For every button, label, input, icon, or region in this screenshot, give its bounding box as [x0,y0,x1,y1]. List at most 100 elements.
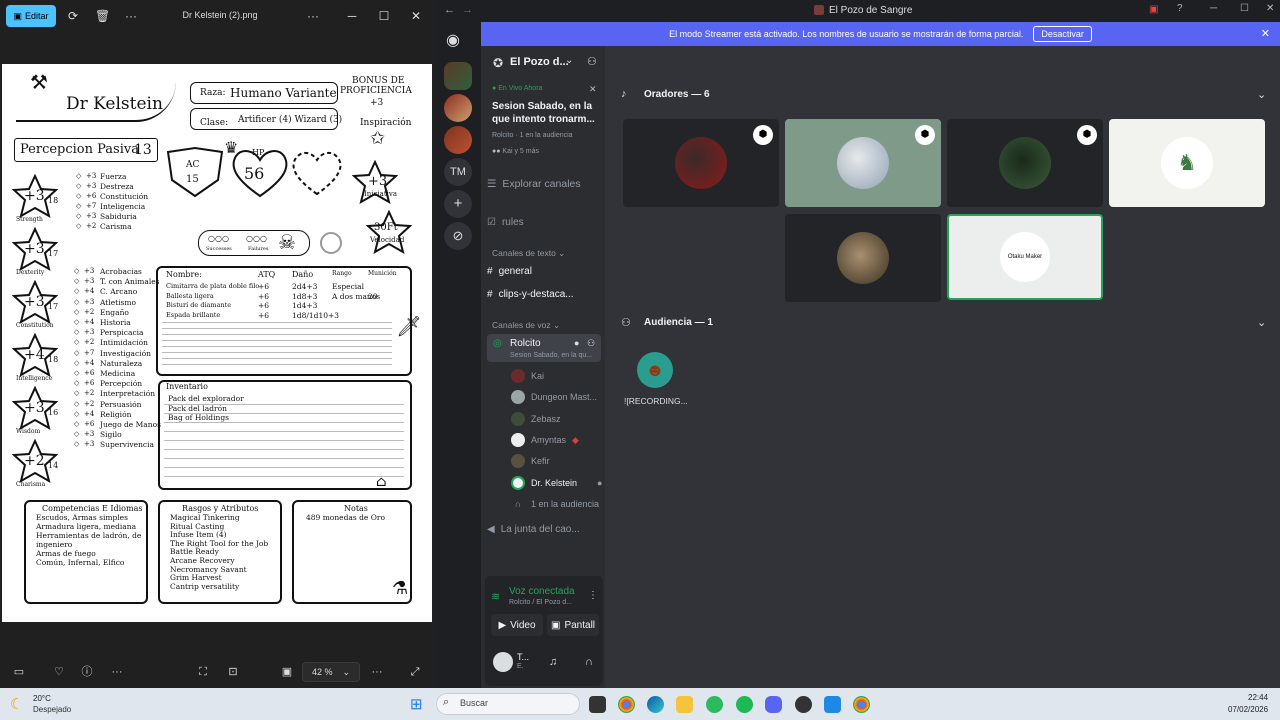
chevron-down-icon[interactable]: ⌄ [565,55,573,66]
text-channels-category[interactable]: Canales de texto ⌄ [492,248,565,259]
close-icon[interactable]: ✕ [589,84,597,95]
clock-time[interactable]: 22:44 [1248,693,1268,702]
obs-icon[interactable] [795,696,812,713]
actual-size-icon[interactable]: ⊡ [226,665,240,679]
table-line [162,358,392,359]
server-name[interactable]: El Pozo d... [510,56,569,68]
speaker-tile-speaking[interactable]: Otaku Maker [947,214,1103,300]
explore-channels[interactable]: ☰ Explorar canales [487,175,601,193]
maximize-button[interactable]: ☐ [374,7,394,25]
favorite-icon[interactable]: ♡ [52,665,66,679]
voice-user-amyntas[interactable]: Amyntas ◆ [511,432,579,448]
server-item[interactable] [444,126,472,154]
close-icon[interactable]: ✕ [1261,27,1270,40]
zoom-fit-icon[interactable]: ▣ [280,665,294,679]
clock-date[interactable]: 07/02/2026 [1228,705,1268,714]
inbox-icon[interactable]: ▣ [1149,4,1158,15]
voice-location[interactable]: Rolcito / El Pozo d... [509,599,572,606]
server-item[interactable] [444,62,472,90]
forward-arrow-icon[interactable]: → [462,4,473,16]
speaker-tile[interactable]: ⬢ [623,119,779,207]
minimize-button[interactable]: ─ [342,7,362,25]
file-explorer-icon[interactable] [676,696,693,713]
self-avatar[interactable] [493,652,513,672]
photos-icon[interactable] [824,696,841,713]
more-options-icon[interactable]: ··· [306,9,320,23]
video-button[interactable]: ▶ Video [491,614,543,636]
speaker-tile[interactable]: ⬢ [947,119,1103,207]
discord-home-icon[interactable]: ◉ [446,30,460,50]
more-zoom-icon[interactable]: ··· [370,665,384,679]
maximize-button[interactable]: ☐ [1240,3,1249,14]
save-name: Carisma [100,222,132,231]
taskbar-search[interactable] [436,693,580,715]
close-button[interactable]: ✕ [406,7,426,25]
collapse-icon[interactable]: ⌄ [1257,316,1266,329]
sound-icon[interactable]: ⋮ [588,590,598,601]
headphones-icon[interactable]: ∩ [585,656,593,668]
collapse-icon[interactable]: ⌄ [1257,88,1266,101]
chrome-profile-icon[interactable] [853,696,870,713]
server-item-tm[interactable]: TM [444,158,472,186]
deactivate-button[interactable]: Desactivar [1033,26,1092,42]
weapon-cell: +6 [258,282,270,291]
voice-user-kai[interactable]: Kai [511,368,544,384]
fullscreen-icon[interactable]: ⤢ [408,665,422,679]
edit-button[interactable]: ▣ Editar [6,5,56,27]
help-icon[interactable]: ? [1177,3,1183,14]
voice-user-dr-kelstein[interactable]: Dr. Kelstein ● [511,475,602,491]
channel-junta[interactable]: ◀ La junta del cao... [487,520,601,538]
video-label: Video [510,619,536,631]
table-line [162,352,392,353]
weapon-cell: 1d4+3 [292,301,318,310]
spotify-icon[interactable] [736,696,753,713]
task-view-icon[interactable] [589,696,606,713]
weather-moon-icon[interactable]: ☾ [10,695,23,713]
back-arrow-icon[interactable]: ← [444,4,455,16]
speaker-tile[interactable]: ⬢ [785,119,941,207]
voice-user-zebasz[interactable]: Zebasz [511,411,561,427]
skill-check: ◇ [74,358,80,367]
zoom-dropdown[interactable]: 42 % ⌄ [302,662,360,682]
rotate-icon[interactable]: ⟳ [66,9,80,23]
recording-bot-avatar[interactable]: ☻ [637,352,673,388]
minimize-button[interactable]: ─ [1210,3,1217,14]
channel-rules[interactable]: ☑ rules [487,213,601,231]
audience-icon: ⚇ [621,317,631,329]
close-button[interactable]: ✕ [1266,3,1274,14]
invite-icon[interactable]: ⚇ [587,338,595,349]
explore-icon[interactable]: ⊘ [444,222,472,250]
initiative-label: Iniciativa [364,190,398,198]
more-icon[interactable]: ··· [110,665,124,679]
delete-icon[interactable]: 🗑 [95,9,110,23]
skill-name: T. con Animales [100,277,160,287]
channel-clips[interactable]: # clips-y-destaca... [487,285,601,303]
chrome-icon[interactable] [618,696,635,713]
hash-icon: # [487,288,493,300]
filmstrip-icon[interactable]: ▭ [12,665,26,679]
ability-label: Charisma [16,481,46,488]
add-server-icon[interactable]: + [444,190,472,218]
server-item[interactable] [444,94,472,122]
screen-share-button[interactable]: ▣ Pantall [547,614,599,636]
windows-start-icon[interactable]: ⊞ [410,695,423,713]
discord-icon[interactable] [765,696,782,713]
channel-general[interactable]: # general [487,262,601,280]
microphone-icon[interactable]: ♫ [549,656,557,668]
chat-icon[interactable]: ● [574,338,579,348]
fit-icon[interactable]: ⛶ [196,665,210,679]
live-event-title[interactable]: Sesion Sabado, en la que intento tronarm… [492,100,596,126]
voice-channels-category[interactable]: Canales de voz ⌄ [492,320,560,331]
speaker-tile[interactable]: ♞ [1109,119,1265,207]
utorrent-icon[interactable] [706,696,723,713]
info-icon[interactable]: ⓘ [80,665,94,679]
voice-user-dm[interactable]: Dungeon Mast... [511,389,597,405]
stage-channel-label: Rolcito [510,338,541,349]
add-member-icon[interactable]: ⚇ [587,55,597,68]
avatar: Otaku Maker [1000,232,1050,282]
weapon-cell: Ballesta ligera [166,291,214,300]
edge-icon[interactable] [647,696,664,713]
more-icon[interactable]: ··· [124,9,138,23]
speaker-tile[interactable] [785,214,941,302]
voice-user-kefir[interactable]: Kefir [511,453,550,469]
